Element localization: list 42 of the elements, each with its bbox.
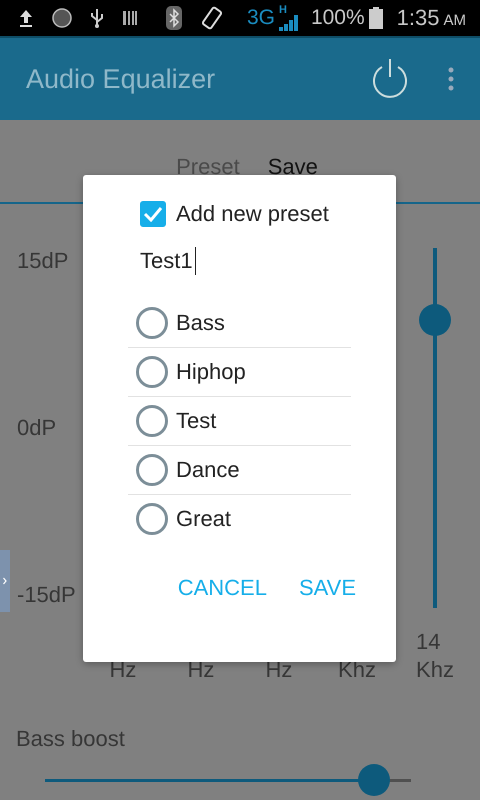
battery-icon <box>368 7 383 29</box>
preset-option[interactable]: Great <box>128 495 351 543</box>
scale-label: 0dP <box>17 415 58 441</box>
rotate-phone-icon <box>200 6 224 30</box>
radio-button[interactable] <box>136 356 168 388</box>
barcode-icon <box>122 8 138 28</box>
scale-label: 15dP <box>17 248 70 274</box>
band-label: Hz <box>110 656 136 684</box>
preset-name-field[interactable]: Test1 <box>140 245 340 277</box>
radio-button[interactable] <box>136 405 168 437</box>
slider-thumb[interactable] <box>358 764 390 796</box>
clock-period: AM <box>444 12 466 29</box>
battery-percent: 100% <box>310 6 365 30</box>
upload-icon <box>18 8 34 28</box>
scale-label: -15dP <box>17 582 77 608</box>
slider-thumb[interactable] <box>419 304 451 336</box>
app-title: Audio Equalizer <box>26 64 216 94</box>
band-label: Khz <box>338 656 376 684</box>
preset-option[interactable]: Dance <box>128 446 351 495</box>
bluetooth-icon <box>166 6 182 30</box>
checkbox[interactable] <box>140 201 166 227</box>
network-type: 3G <box>246 6 275 30</box>
radio-button[interactable] <box>136 307 168 339</box>
band-label: Hz <box>266 656 292 684</box>
checkbox-label: Add new preset <box>176 201 329 227</box>
drawer-handle[interactable] <box>0 550 10 612</box>
network-sub-type: H <box>278 5 287 15</box>
chevron-icon <box>3 577 7 585</box>
more-menu-icon[interactable] <box>448 67 454 91</box>
radio-button[interactable] <box>136 454 168 486</box>
preset-option[interactable]: Hiphop <box>128 348 351 397</box>
circle-icon <box>52 8 72 28</box>
band-label: 14 Khz <box>416 628 454 684</box>
signal-icon <box>278 15 299 31</box>
bass-boost-label: Bass boost <box>16 726 126 752</box>
clock-time: 1:35 <box>396 5 440 31</box>
preset-option[interactable]: Bass <box>128 299 351 348</box>
radio-button[interactable] <box>136 503 168 535</box>
power-icon[interactable] <box>370 57 410 101</box>
band-label: Hz <box>188 656 214 684</box>
preset-option[interactable]: Test <box>128 397 351 446</box>
usb-icon <box>90 8 104 28</box>
